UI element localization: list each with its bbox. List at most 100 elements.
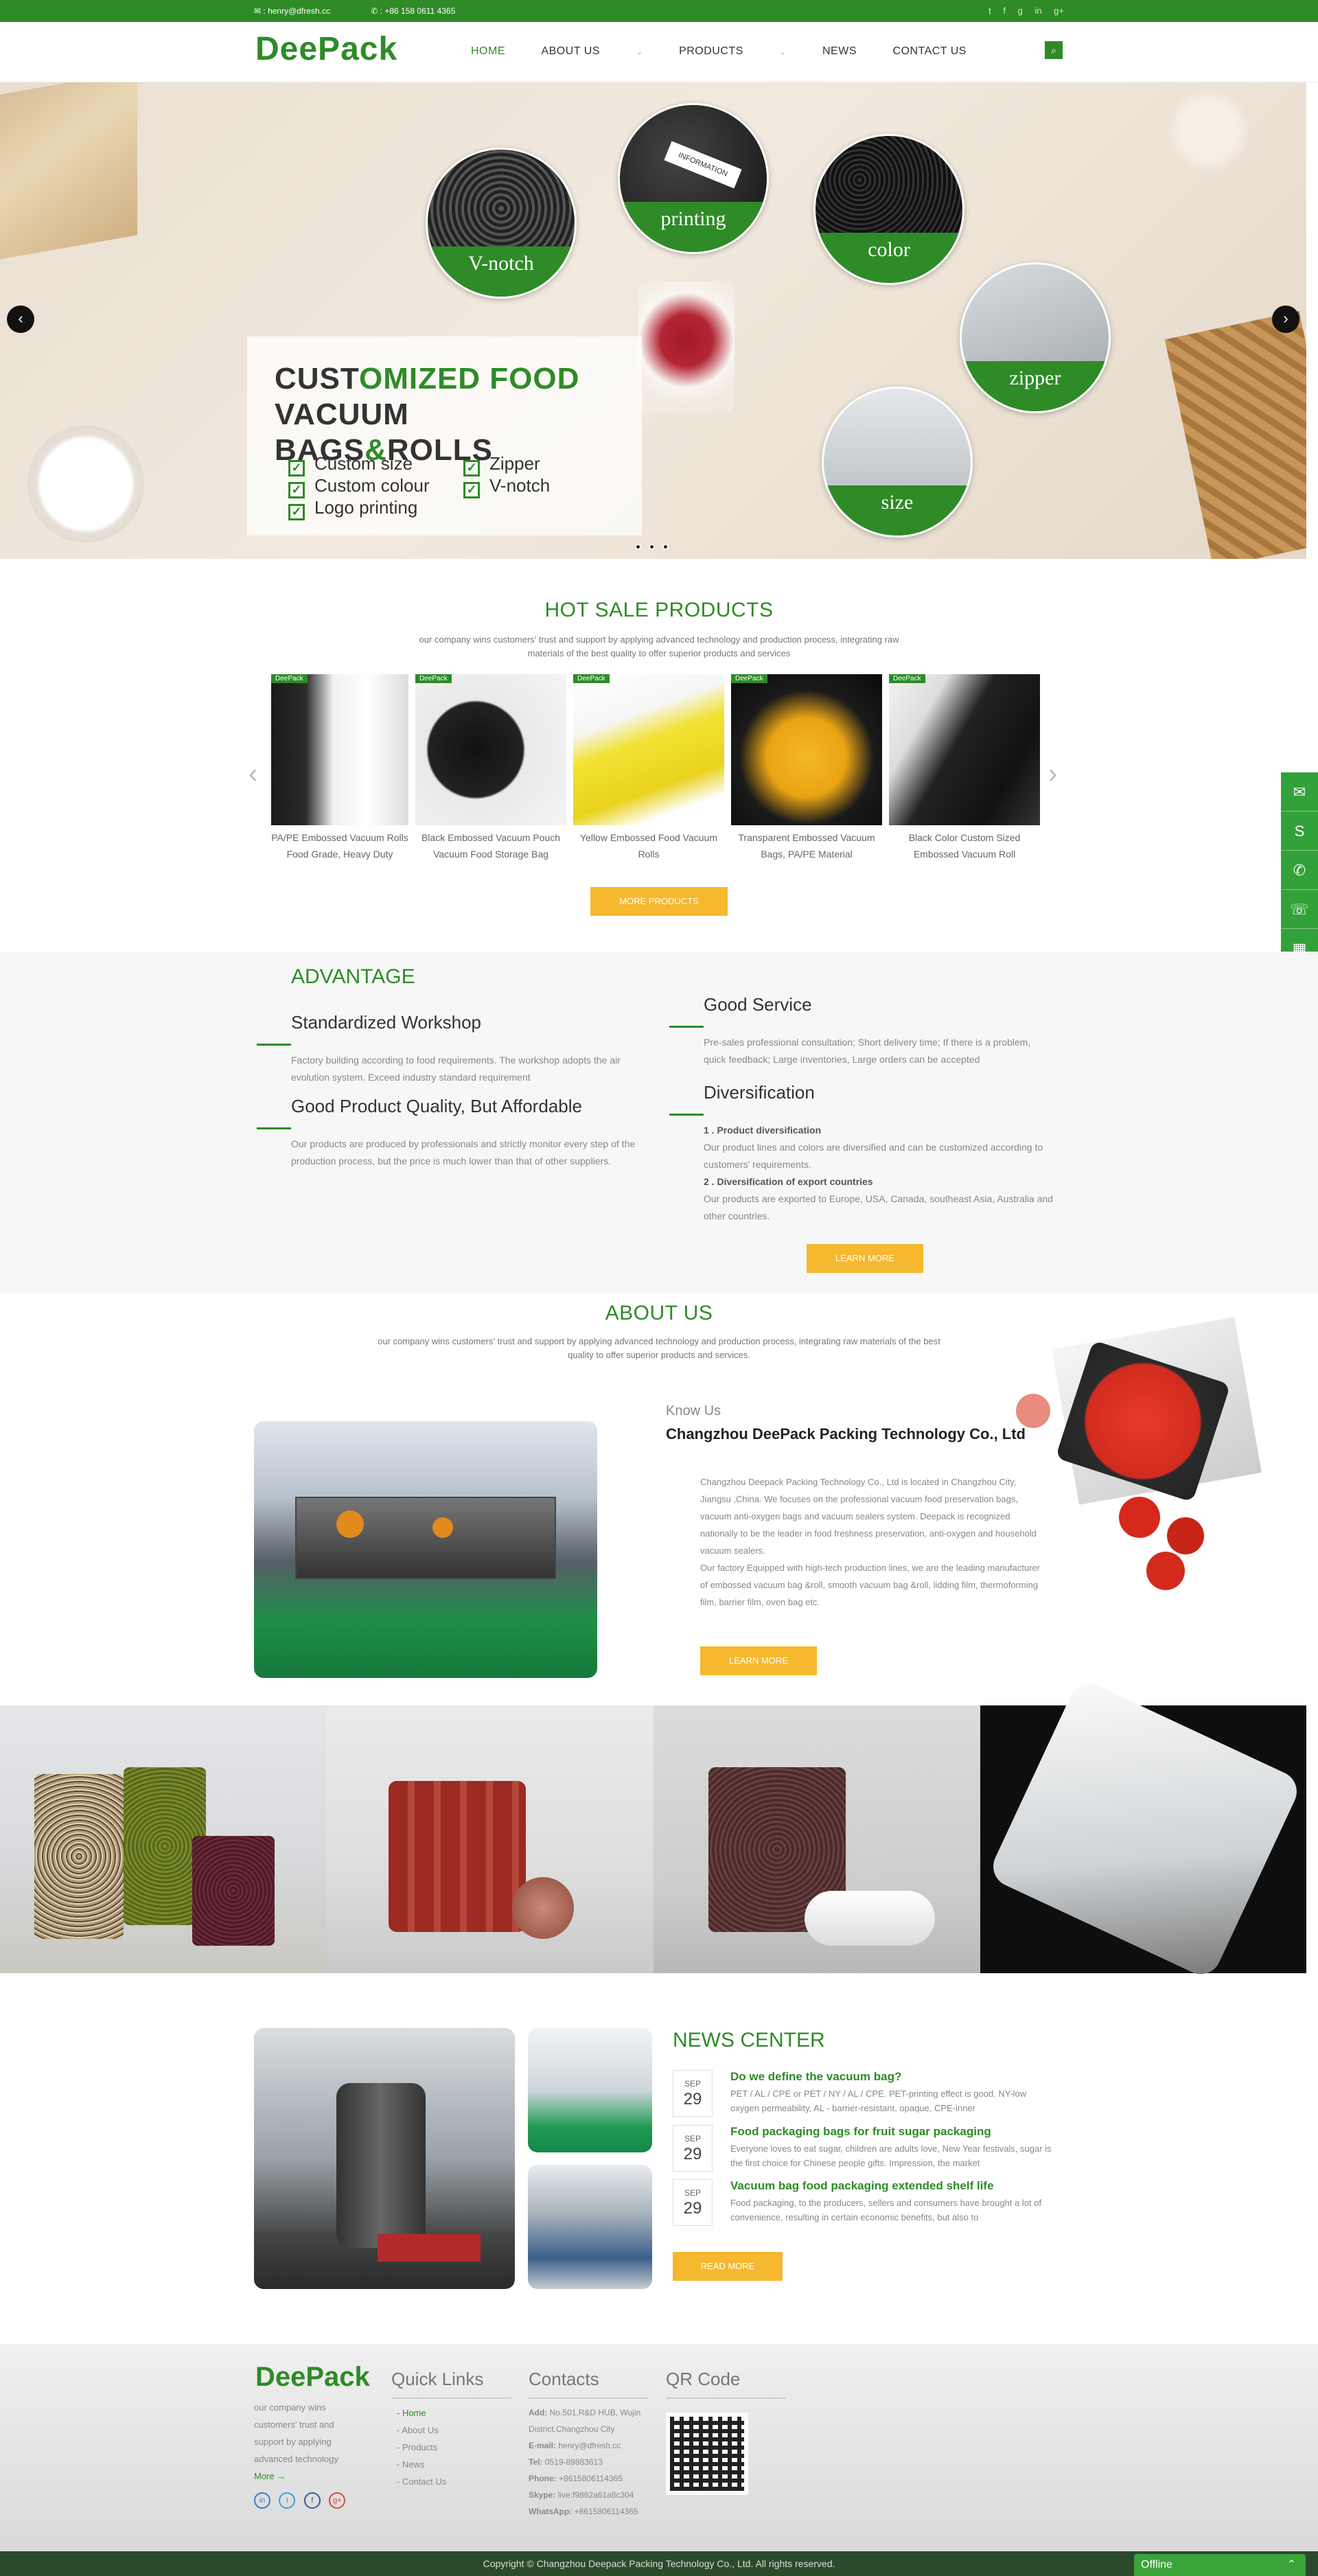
footer-more-link[interactable]: More → (254, 2471, 286, 2481)
offline-chat-button[interactable]: Offline ⌃ (1134, 2554, 1306, 2576)
news-item-title[interactable]: Vacuum bag food packaging extended shelf… (730, 2179, 994, 2193)
product-caption[interactable]: Black Color Custom Sized Embossed Vacuum… (889, 829, 1040, 862)
circle-label: printing (620, 202, 767, 252)
footer-link-contact[interactable]: - Contact Us (397, 2473, 446, 2490)
product-caption[interactable]: Transparent Embossed Vacuum Bags, PA/PE … (731, 829, 882, 862)
news-image-workers (528, 2165, 652, 2289)
more-products-button[interactable]: MORE PRODUCTS (590, 887, 728, 916)
product-card[interactable]: DeePack (415, 674, 566, 825)
products-next-button[interactable]: › (1048, 759, 1057, 790)
advantage-learn-more-button[interactable]: LEARN MORE (807, 1244, 923, 1273)
advantage-title: ADVANTAGE (291, 965, 415, 988)
nav-news[interactable]: NEWS (822, 45, 857, 57)
brand-tag: DeePack (415, 674, 452, 683)
phone-icon[interactable]: ☏ (1281, 890, 1318, 929)
product-card[interactable]: DeePack (731, 674, 882, 825)
circle-label: V-notch (428, 246, 575, 297)
adv-heading: Diversification (704, 1082, 815, 1103)
news-title: NEWS CENTER (673, 2029, 825, 2051)
twitter-icon[interactable]: t (988, 5, 991, 16)
whatsapp-icon[interactable]: ✆ (1281, 851, 1318, 890)
feature-logo-printing: ✓ Logo printing (288, 497, 417, 520)
banner-dot[interactable] (649, 544, 655, 550)
adv-heading: Good Service (704, 994, 812, 1015)
footer-link-home[interactable]: - Home (397, 2404, 446, 2422)
twitter-icon[interactable]: t (279, 2492, 296, 2509)
banner-text-panel: CUSTOMIZED FOOD VACUUM BAGS&ROLLS ✓ Custom… (247, 336, 642, 536)
product-gallery (0, 1677, 1306, 1981)
adv-subheading: 1 . Product diversification (704, 1125, 822, 1136)
product-caption[interactable]: PA/PE Embossed Vacuum Rolls Food Grade, … (268, 829, 412, 862)
news-item-title[interactable]: Food packaging bags for fruit sugar pack… (730, 2125, 991, 2139)
quick-links-list: - Home - About Us - Products - News - Co… (397, 2404, 446, 2490)
phone-link[interactable]: ✆ : +86 158 0611 4365 (371, 6, 474, 16)
feature-circle-color: color (813, 134, 964, 285)
divider (257, 1044, 291, 1046)
facebook-icon[interactable]: f (303, 2492, 321, 2509)
product-card[interactable]: DeePack (271, 674, 408, 825)
contacts-title: Contacts (529, 2369, 599, 2389)
read-more-button[interactable]: READ MORE (673, 2252, 783, 2281)
feature-vnotch: ✓ V-notch (463, 475, 550, 498)
know-us-label: Know Us (666, 1403, 721, 1418)
product-card[interactable]: DeePack (573, 674, 724, 825)
adv-text: Factory building according to food requi… (291, 1055, 621, 1083)
googleplus-icon[interactable]: g+ (1054, 5, 1064, 16)
email-link[interactable]: ✉ : henry@dfresh.cc (254, 6, 349, 16)
footer-link-about[interactable]: - About Us (397, 2422, 446, 2439)
cutting-board-decor (1164, 310, 1306, 559)
header: DeePack HOME ABOUT US ⌄ PRODUCTS ⌄ NEWS … (0, 22, 1318, 82)
footer-link-products[interactable]: - Products (397, 2439, 446, 2456)
about-learn-more-button[interactable]: LEARN MORE (700, 1646, 817, 1675)
cup-decor (1167, 89, 1249, 172)
logo[interactable]: DeePack (255, 30, 397, 68)
nav-products[interactable]: PRODUCTS ⌄ (679, 45, 786, 57)
adv-subtext: Our products are exported to Europe, USA… (704, 1193, 1053, 1221)
google-icon[interactable]: g (1018, 5, 1023, 16)
news-date: SEP 29 (673, 2125, 713, 2172)
skype-icon[interactable]: S (1281, 812, 1318, 851)
divider (257, 1127, 291, 1129)
products-prev-button[interactable]: ‹ (248, 759, 257, 790)
banner-next-button[interactable]: › (1272, 306, 1299, 333)
email-text: henry@dfresh.cc (268, 6, 330, 16)
news-item-title[interactable]: Do we define the vacuum bag? (730, 2070, 901, 2084)
feature-circle-printing: INFORMATION printing (618, 103, 769, 254)
news-date: SEP 29 (673, 2179, 713, 2226)
quick-links-title: Quick Links (391, 2369, 484, 2389)
product-caption[interactable]: Yellow Embossed Food Vacuum Rolls (573, 829, 724, 862)
nav-about[interactable]: ABOUT US ⌄ (541, 45, 643, 57)
banner-title: CUSTOMIZED FOOD VACUUM BAGS&ROLLS (275, 362, 580, 467)
gallery-image-grains (0, 1705, 327, 1973)
circle-label: color (816, 233, 962, 283)
nav-contact[interactable]: CONTACT US (892, 45, 967, 57)
footer-logo[interactable]: DeePack (255, 2362, 370, 2393)
brand-tag: DeePack (271, 674, 308, 683)
sausage-bag-image (638, 281, 735, 412)
footer: DeePack our company wins customers' trus… (0, 2344, 1318, 2551)
news-image-workshop (528, 2028, 652, 2152)
googleplus-icon[interactable]: g+ (329, 2492, 346, 2509)
banner-dot[interactable] (635, 544, 641, 550)
check-icon: ✓ (288, 504, 305, 520)
adv-heading: Good Product Quality, But Affordable (291, 1096, 582, 1116)
linkedin-icon[interactable]: in (1034, 5, 1041, 16)
product-caption[interactable]: Black Embossed Vacuum Pouch Vacuum Food … (415, 829, 566, 862)
product-card[interactable]: DeePack (889, 674, 1040, 825)
check-icon: ✓ (463, 482, 480, 498)
linkedin-icon[interactable]: in (254, 2492, 270, 2509)
banner-dot[interactable] (662, 544, 669, 550)
bowl-decor (27, 426, 144, 542)
search-icon[interactable]: ⌕ (1045, 41, 1063, 59)
contact-email[interactable]: E-mail: henry@dfresh.cc (529, 2437, 652, 2454)
facebook-icon[interactable]: f (1003, 5, 1006, 16)
news-main-image (254, 2028, 515, 2289)
product-image (573, 674, 724, 825)
footer-link-news[interactable]: - News (397, 2456, 446, 2473)
mail-icon[interactable]: ✉ (1281, 772, 1318, 812)
news-item-text: Everyone loves to eat sugar, children ar… (730, 2143, 1052, 2168)
nav-home[interactable]: HOME (471, 45, 505, 57)
banner-prev-button[interactable]: ‹ (7, 306, 34, 333)
gallery-image-roll (980, 1677, 1306, 1981)
advantage-section: ADVANTAGE Standardized Workshop Factory … (0, 952, 1318, 1293)
